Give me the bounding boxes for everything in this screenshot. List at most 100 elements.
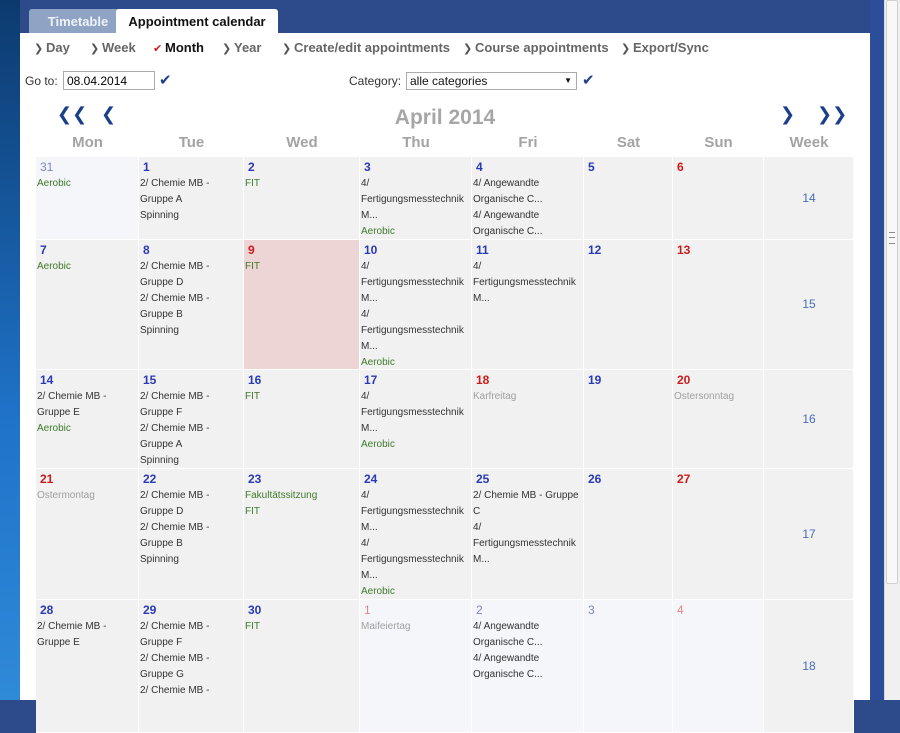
day-number[interactable]: 1 [143,160,150,174]
week-number-cell[interactable]: 17 [764,469,854,600]
event-item[interactable]: M... [361,208,470,224]
day-number[interactable]: 22 [143,472,156,486]
nav-week[interactable]: ❯ Week [90,40,136,55]
event-item[interactable]: 4/ [473,520,582,536]
event-item[interactable]: Aerobic [37,259,137,275]
event-item[interactable]: FIT [245,504,358,520]
day-cell[interactable]: 2 4/ Angewandte Organische C... 4/ Angewand… [472,600,584,733]
day-cell[interactable]: 4 4/ Angewandte Organische C... 4/ Angewand… [472,157,584,240]
event-item[interactable]: 2/ Chemie MB - [140,520,242,536]
day-cell[interactable]: 1 2/ Chemie MB - Gruppe A Spinning [139,157,244,240]
event-item[interactable]: 2/ Chemie MB - [37,389,137,405]
day-cell[interactable]: 20 Ostersonntag [673,370,764,469]
event-item[interactable]: FIT [245,389,358,405]
day-number[interactable]: 4 [476,160,483,174]
day-number[interactable]: 10 [364,243,377,257]
event-item[interactable]: M... [361,339,470,355]
event-item[interactable]: 4/ Angewandte [473,619,582,635]
day-number[interactable]: 31 [40,160,53,174]
day-number[interactable]: 25 [476,472,489,486]
event-item[interactable]: Aerobic [37,421,137,437]
event-item[interactable]: Fertigungsmesstechnik [361,405,470,421]
event-item[interactable]: Fertigungsmesstechnik [361,504,470,520]
day-cell[interactable]: 1 Maifeiertag [360,600,472,733]
event-item[interactable]: Fertigungsmesstechnik [473,536,582,552]
day-cell[interactable]: 28 2/ Chemie MB - Gruppe E [36,600,139,733]
day-cell[interactable]: 12 [584,240,673,370]
week-number[interactable]: 15 [779,297,839,311]
event-item[interactable]: 2/ Chemie MB - [140,291,242,307]
day-number[interactable]: 23 [248,472,261,486]
event-item[interactable]: Organische C... [473,192,582,208]
event-item[interactable]: Spinning [140,208,242,224]
event-item[interactable]: M... [361,291,470,307]
day-cell[interactable]: 29 2/ Chemie MB - Gruppe F 2/ Chemie MB - Gr… [139,600,244,733]
goto-date-input[interactable] [63,71,155,90]
event-item[interactable]: Spinning [140,453,242,468]
event-item[interactable]: Ostermontag [37,488,137,504]
day-cell[interactable]: 19 [584,370,673,469]
week-number-cell[interactable]: 15 [764,240,854,370]
event-item[interactable]: Ostersonntag [674,389,762,405]
event-item[interactable]: 4/ [361,176,470,192]
week-number[interactable]: 14 [779,191,839,205]
scrollbar-thumb[interactable] [886,0,898,584]
event-item[interactable]: Gruppe D [140,275,242,291]
day-cell[interactable]: 7 Aerobic [36,240,139,370]
day-number[interactable]: 3 [364,160,371,174]
day-number[interactable]: 26 [588,472,601,486]
event-item[interactable]: M... [473,552,582,568]
nav-day[interactable]: ❯ Day [34,40,70,55]
day-cell[interactable]: 15 2/ Chemie MB - Gruppe F 2/ Chemie MB - Gr… [139,370,244,469]
day-number[interactable]: 3 [588,603,595,617]
day-number[interactable]: 15 [143,373,156,387]
event-item[interactable]: Fertigungsmesstechnik [473,275,582,291]
day-number[interactable]: 27 [677,472,690,486]
day-cell[interactable]: 3 4/Fertigungsmesstechnik M... Aerobic [360,157,472,240]
day-cell[interactable]: 27 [673,469,764,600]
day-cell[interactable]: 14 2/ Chemie MB - Gruppe E Aerobic [36,370,139,469]
day-cell[interactable]: 21 Ostermontag [36,469,139,600]
event-item[interactable]: Gruppe F [140,635,242,651]
day-cell[interactable]: 24 4/Fertigungsmesstechnik M... 4/Fertigung… [360,469,472,600]
day-number[interactable]: 1 [364,603,371,617]
nav-export-sync[interactable]: ❯ Export/Sync [621,40,709,55]
event-item[interactable]: FIT [245,259,358,275]
event-item[interactable]: Fertigungsmesstechnik [361,323,470,339]
event-item[interactable]: Gruppe B [140,307,242,323]
week-number-cell[interactable]: 14 [764,157,854,240]
event-item[interactable]: 4/ Angewandte [473,208,582,224]
day-number[interactable]: 9 [248,243,255,257]
event-item[interactable]: 4/ [473,259,582,275]
day-cell[interactable]: 23 Fakultätssitzung FIT [244,469,360,600]
week-number[interactable]: 16 [779,412,839,426]
week-number-cell[interactable]: 18 [764,600,854,733]
event-item[interactable]: Aerobic [361,584,470,599]
day-number[interactable]: 17 [364,373,377,387]
goto-confirm-check-icon[interactable]: ✔ [159,71,172,89]
day-cell[interactable]: 22 2/ Chemie MB - Gruppe D 2/ Chemie MB - Gr… [139,469,244,600]
day-cell[interactable]: 31 Aerobic [36,157,139,240]
event-item[interactable]: 4/ Angewandte [473,651,582,667]
event-item[interactable]: Fertigungsmesstechnik [361,192,470,208]
event-item[interactable]: Fakultätssitzung [245,488,358,504]
day-number[interactable]: 8 [143,243,150,257]
day-number[interactable]: 24 [364,472,377,486]
event-item[interactable]: 4/ Angewandte [473,176,582,192]
day-number[interactable]: 12 [588,243,601,257]
event-item[interactable]: 2/ Chemie MB - [140,683,242,699]
next-year-icon[interactable]: ❯❯ [817,104,847,125]
day-number[interactable]: 4 [677,603,684,617]
event-item[interactable]: Gruppe A [140,437,242,453]
event-item[interactable]: Gruppe E [37,635,137,651]
day-number[interactable]: 18 [476,373,489,387]
tab-timetable[interactable]: Timetable [29,9,127,34]
day-cell[interactable]: 26 [584,469,673,600]
week-number-cell[interactable]: 16 [764,370,854,469]
day-cell[interactable]: 18 Karfreitag [472,370,584,469]
day-number[interactable]: 2 [248,160,255,174]
day-cell[interactable]: 30 FIT [244,600,360,733]
event-item[interactable]: 2/ Chemie MB - [140,259,242,275]
event-item[interactable]: C [473,504,582,520]
day-number[interactable]: 13 [677,243,690,257]
